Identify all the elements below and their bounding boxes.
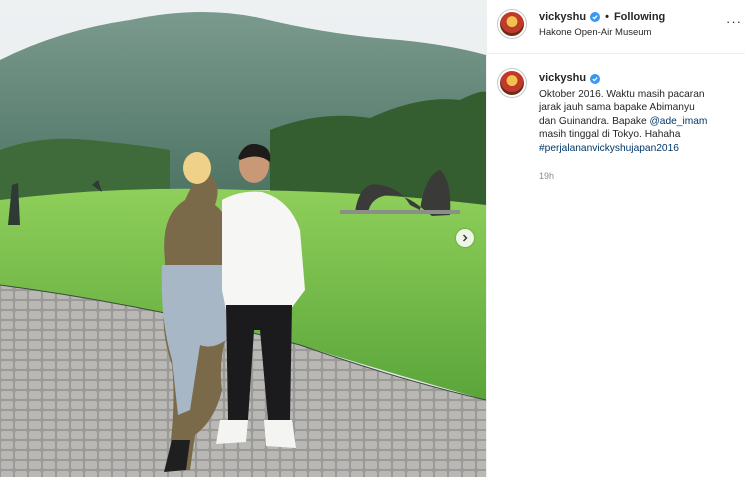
- post-timestamp[interactable]: 19h: [539, 171, 554, 181]
- avatar[interactable]: [497, 9, 527, 39]
- post-header: vickyshu • Following Hakone Open-Air Mus…: [487, 0, 745, 54]
- photo-scene: [0, 0, 486, 477]
- caption-body: vickyshu Oktober 2016. Waktu masih pacar…: [539, 72, 739, 156]
- chevron-right-icon: [463, 234, 468, 242]
- separator-dot: •: [605, 11, 609, 23]
- caption-line-text: dan Guinandra. Bapake: [539, 115, 650, 127]
- following-button[interactable]: Following: [614, 11, 665, 23]
- instagram-post: vickyshu • Following Hakone Open-Air Mus…: [0, 0, 745, 477]
- caption-line: Oktober 2016. Waktu masih pacaran: [539, 88, 705, 100]
- verified-badge-icon: [590, 73, 601, 84]
- post-photo[interactable]: [0, 0, 486, 477]
- caption-text: Oktober 2016. Waktu masih pacaran jarak …: [539, 88, 739, 156]
- caption-line: jarak jauh sama bapake Abimanyu: [539, 102, 695, 114]
- location-link[interactable]: Hakone Open-Air Museum: [539, 27, 651, 38]
- verified-badge-icon: [590, 12, 601, 22]
- caption-username-link[interactable]: vickyshu: [539, 72, 586, 86]
- caption-line: masih tinggal di Tokyo. Hahaha: [539, 129, 681, 141]
- mention-link[interactable]: @ade_imam: [649, 116, 707, 127]
- caption-avatar[interactable]: [497, 68, 527, 98]
- caption-author: vickyshu: [539, 72, 739, 86]
- post-author: vickyshu • Following: [539, 11, 665, 23]
- hashtag-link[interactable]: #perjalananvickyshujapan2016: [539, 142, 739, 156]
- username-link[interactable]: vickyshu: [539, 11, 586, 23]
- next-photo-button[interactable]: [456, 229, 474, 247]
- caption-line: dan Guinandra. Bapake @ade_imam: [539, 115, 739, 129]
- more-options-icon[interactable]: ···: [726, 14, 742, 29]
- post-side-panel: vickyshu • Following Hakone Open-Air Mus…: [486, 0, 745, 477]
